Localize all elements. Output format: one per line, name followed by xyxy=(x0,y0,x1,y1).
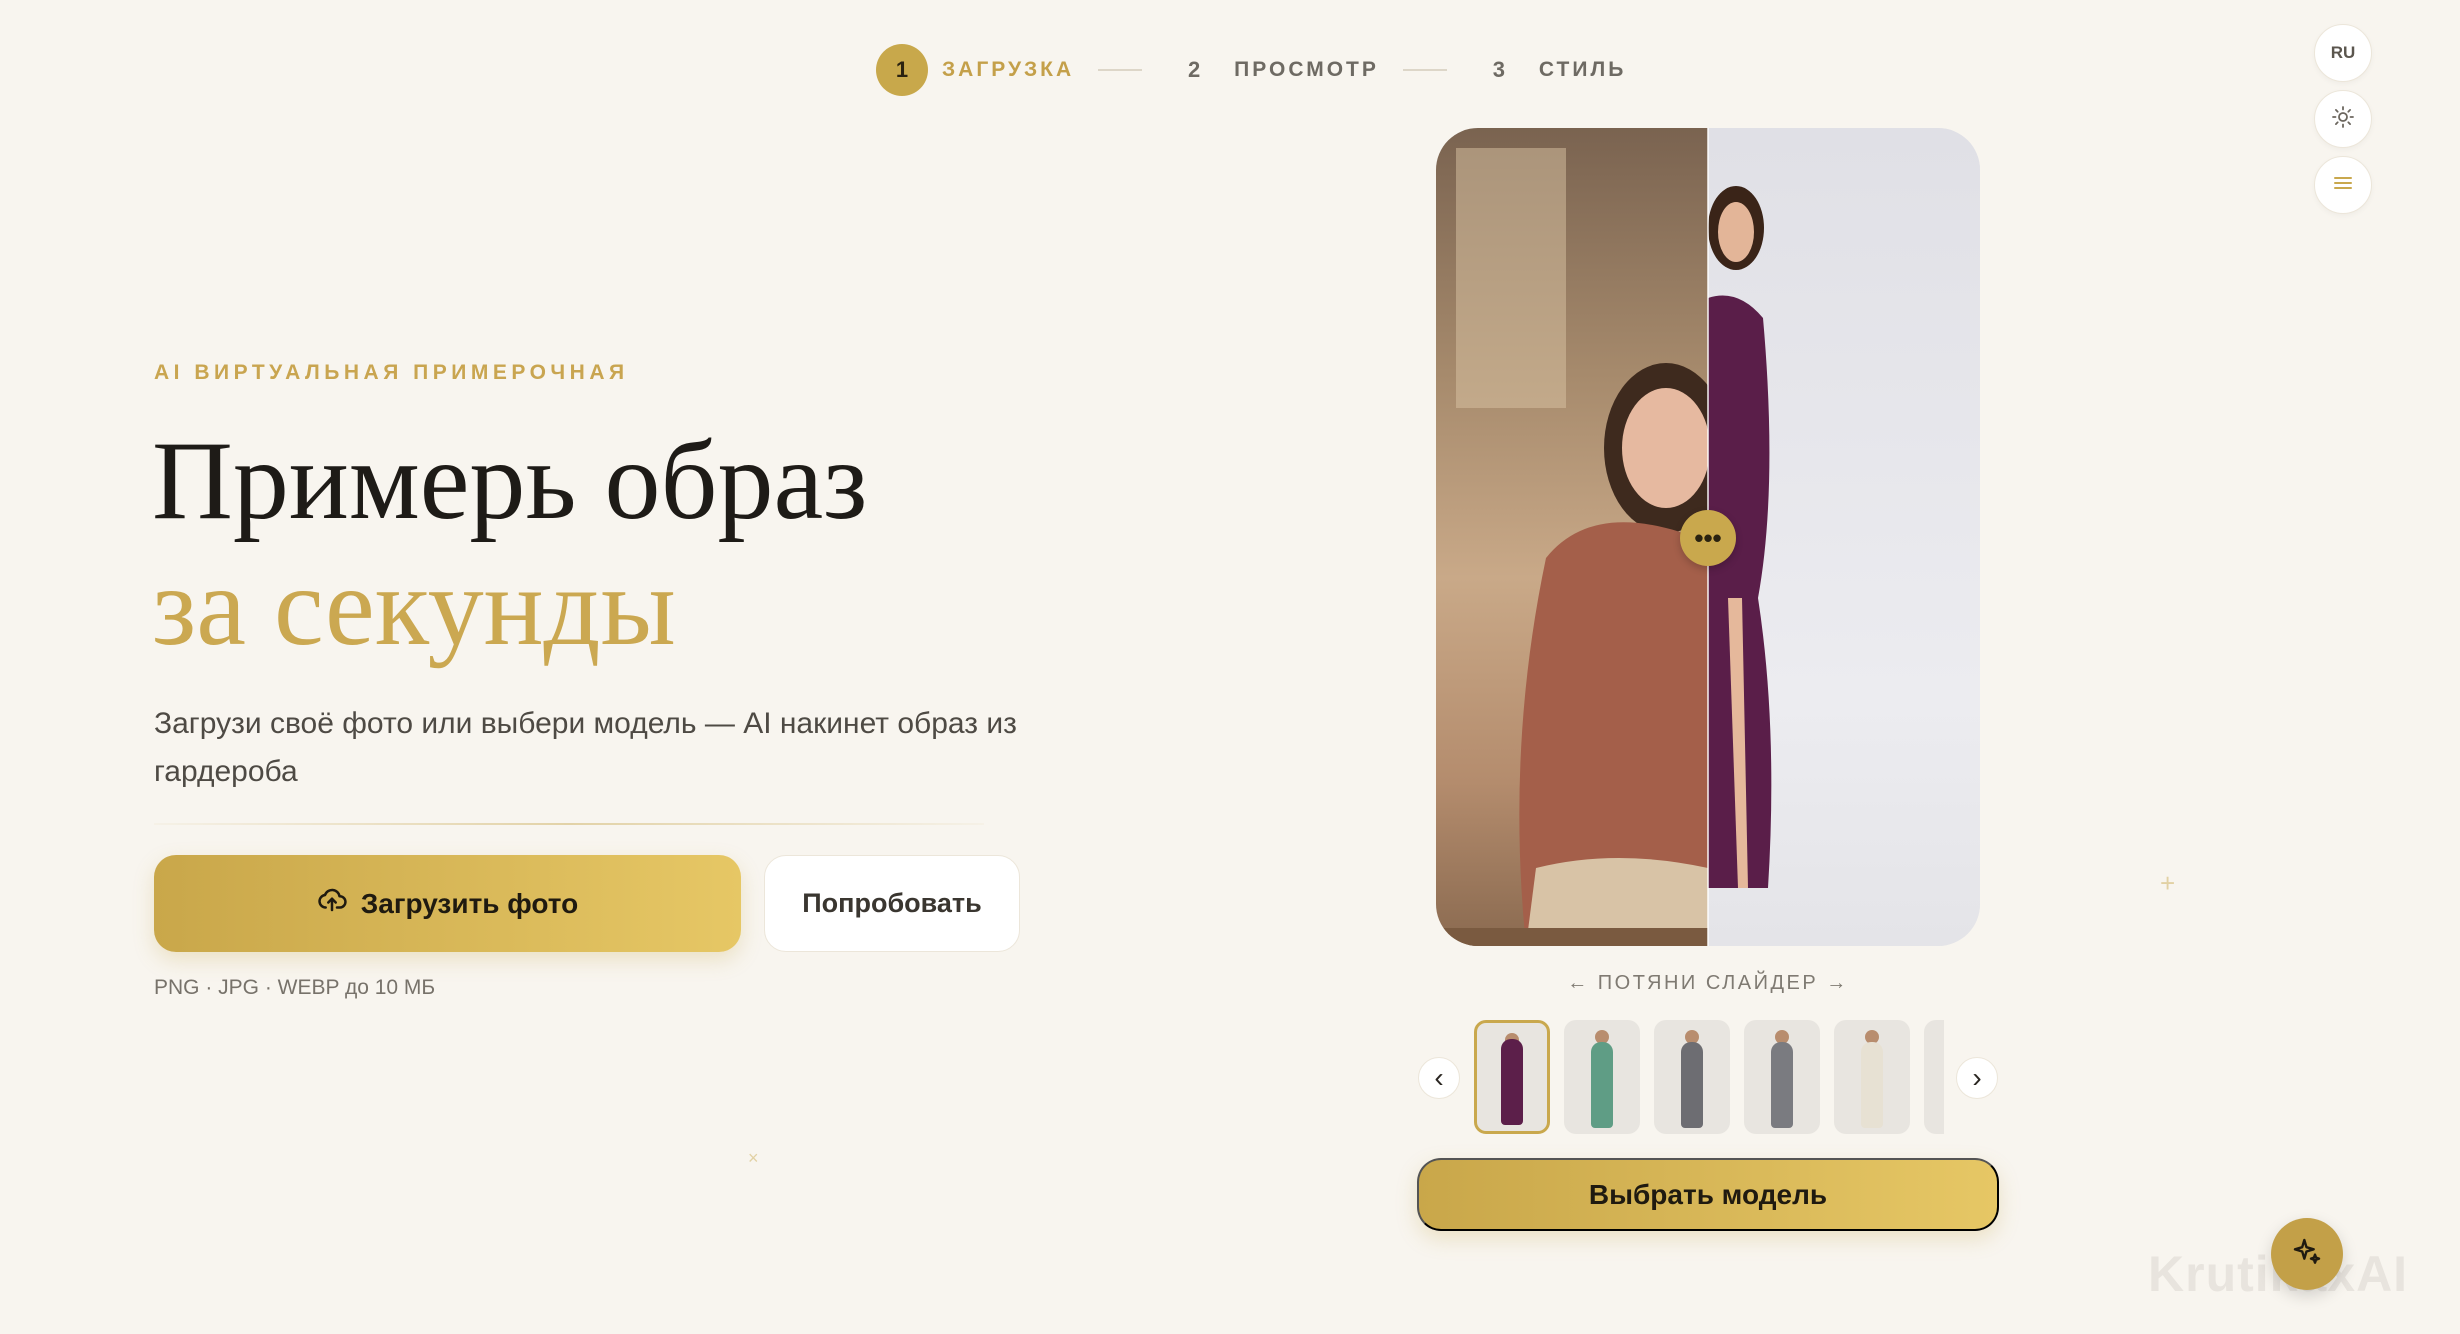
try-button[interactable]: Попробовать xyxy=(764,855,1020,952)
before-photo xyxy=(1436,128,1728,946)
step-label: ПРОСМОТР xyxy=(1234,58,1379,81)
model-thumbnails xyxy=(1474,1020,1944,1136)
model-thumbnail[interactable] xyxy=(1834,1020,1910,1134)
step-label: СТИЛЬ xyxy=(1538,58,1627,81)
slider-hint: ← ПОТЯНИ СЛАЙДЕР → xyxy=(1567,972,1849,994)
upload-photo-button[interactable]: Загрузить фото xyxy=(154,855,741,952)
hero-title-line2: за секунды xyxy=(152,545,676,669)
step-label: ЗАГРУЗКА xyxy=(942,58,1075,81)
menu-button[interactable] xyxy=(2314,156,2372,214)
upload-cloud-icon xyxy=(317,885,347,922)
step-number: 1 xyxy=(876,44,928,96)
step-upload[interactable]: 1 ЗАГРУЗКА xyxy=(876,44,1074,96)
carousel-next-button[interactable]: › xyxy=(1956,1057,1998,1099)
step-connector xyxy=(1402,69,1447,71)
step-style[interactable]: 3 СТИЛЬ xyxy=(1473,44,1626,96)
hero-eyebrow: AI ВИРТУАЛЬНАЯ ПРИМЕРОЧНАЯ xyxy=(154,361,629,384)
file-formats-hint: PNG · JPG · WEBP до 10 МБ xyxy=(154,976,436,999)
sparkles-icon xyxy=(2291,1236,2323,1273)
divider xyxy=(154,823,984,825)
model-thumbnail[interactable] xyxy=(1744,1020,1820,1134)
thumbnail-figure xyxy=(1681,1042,1703,1128)
stepper: 1 ЗАГРУЗКА 2 ПРОСМОТР 3 СТИЛЬ xyxy=(876,44,1626,96)
top-right-controls: RU xyxy=(2314,24,2372,214)
menu-icon xyxy=(2331,171,2355,200)
sparkle-icon: + xyxy=(2160,868,2176,898)
hero-title-line1: Примерь образ xyxy=(152,419,868,543)
model-carousel: ‹ › xyxy=(1418,1020,1998,1136)
step-preview[interactable]: 2 ПРОСМОТР xyxy=(1168,44,1379,96)
carousel-prev-button[interactable]: ‹ xyxy=(1418,1057,1460,1099)
hero-description: Загрузи своё фото или выбери модель — AI… xyxy=(154,707,1017,788)
thumbnail-figure xyxy=(1501,1039,1523,1125)
step-number: 2 xyxy=(1188,57,1201,82)
step-connector xyxy=(1098,69,1143,71)
slider-handle[interactable]: ••• xyxy=(1680,510,1736,566)
model-thumbnail[interactable] xyxy=(1564,1020,1640,1134)
after-photo xyxy=(1708,128,1980,946)
sparkle-icon: × xyxy=(748,1148,759,1168)
thumbnail-figure xyxy=(1591,1042,1613,1128)
model-thumbnail[interactable] xyxy=(1924,1020,1944,1134)
model-thumbnail[interactable] xyxy=(1474,1020,1550,1134)
upload-photo-label: Загрузить фото xyxy=(360,887,579,919)
choose-model-button[interactable]: Выбрать модель xyxy=(1417,1158,1999,1231)
model-thumbnail[interactable] xyxy=(1654,1020,1730,1134)
before-after-comparison[interactable]: ••• xyxy=(1436,128,1980,946)
step-number: 3 xyxy=(1492,57,1506,82)
ai-assistant-button[interactable] xyxy=(2271,1218,2343,1290)
theme-toggle-button[interactable] xyxy=(2314,90,2372,148)
sun-icon xyxy=(2331,105,2355,134)
thumbnail-figure xyxy=(1771,1042,1793,1128)
language-button[interactable]: RU xyxy=(2314,24,2372,82)
thumbnail-figure xyxy=(1861,1042,1883,1128)
